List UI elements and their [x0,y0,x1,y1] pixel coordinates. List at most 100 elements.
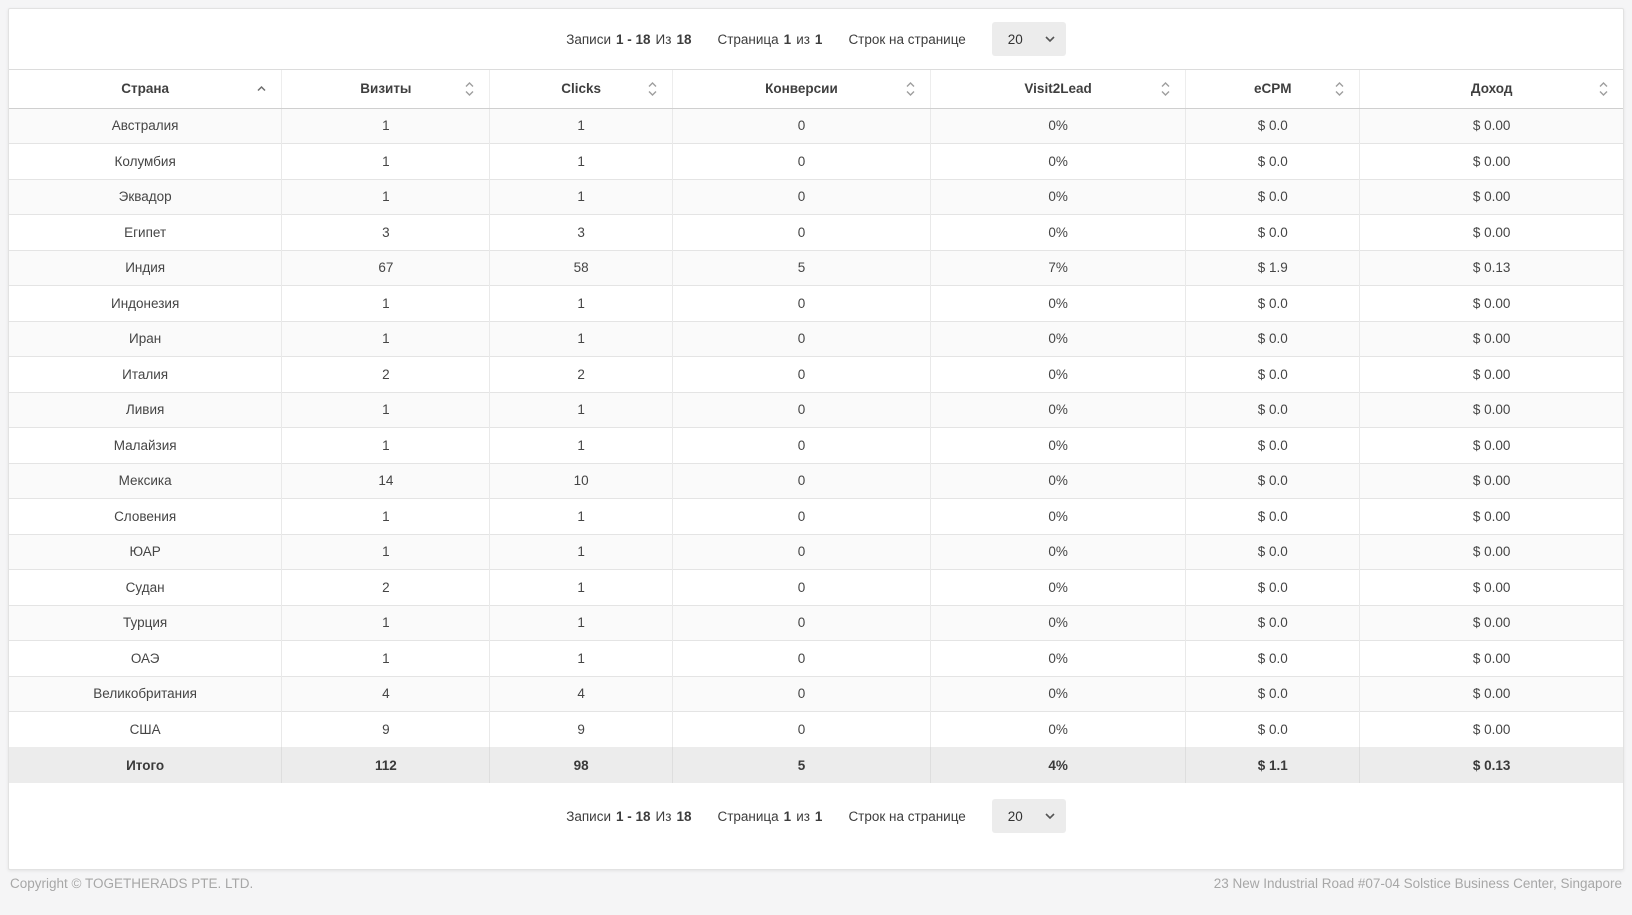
country-cell: Индонезия [9,286,282,322]
visits-cell: 1 [282,392,490,428]
country-cell: Египет [9,215,282,251]
records-label: Записи [566,809,611,824]
ecpm-cell: $ 0.0 [1186,108,1360,144]
revenue-cell: $ 0.00 [1360,499,1623,535]
conversions-cell: 0 [672,392,930,428]
ecpm-cell: $ 0.0 [1186,286,1360,322]
column-header-clicks[interactable]: Clicks [490,70,672,108]
visits-cell: 1 [282,321,490,357]
visit2lead-cell: 0% [931,428,1186,464]
table-row: Великобритания4400%$ 0.0$ 0.00 [9,676,1623,712]
visits-cell: 67 [282,250,490,286]
column-label: Страна [121,81,169,96]
visit2lead-cell: 0% [931,286,1186,322]
conversions-cell: 0 [672,570,930,606]
column-header-visit2lead[interactable]: Visit2Lead [931,70,1186,108]
country-cell: США [9,712,282,748]
conversions-cell: 0 [672,534,930,570]
revenue-cell: $ 0.00 [1360,676,1623,712]
country-cell: Австралия [9,108,282,144]
visit2lead-cell: 0% [931,463,1186,499]
rows-per-page-group: Строк на странице [848,809,965,824]
page-total: 1 [815,809,823,824]
column-header-country[interactable]: Страна [9,70,282,108]
clicks-cell: 1 [490,179,672,215]
country-cell: Ливия [9,392,282,428]
rows-per-page-value: 20 [1008,32,1023,47]
table-row: ЮАР1100%$ 0.0$ 0.00 [9,534,1623,570]
clicks-cell: 4 [490,676,672,712]
revenue-cell: $ 0.00 [1360,144,1623,180]
country-cell: Словения [9,499,282,535]
visit2lead-cell: 0% [931,392,1186,428]
country-cell: Судан [9,570,282,606]
company-address: 23 New Industrial Road #07-04 Solstice B… [1214,876,1622,891]
table-row: Мексика141000%$ 0.0$ 0.00 [9,463,1623,499]
ecpm-cell: $ 0.0 [1186,570,1360,606]
table-row: Иран1100%$ 0.0$ 0.00 [9,321,1623,357]
column-label: Clicks [561,81,601,96]
visit2lead-cell: 0% [931,676,1186,712]
page-label: Страница [717,809,778,824]
ecpm-cell: $ 0.0 [1186,428,1360,464]
conversions-cell: 0 [672,179,930,215]
ecpm-cell: $ 0.0 [1186,357,1360,393]
page-of-label: из [796,32,810,47]
total-clicks-cell: 98 [490,747,672,783]
conversions-cell: 0 [672,605,930,641]
ecpm-cell: $ 0.0 [1186,605,1360,641]
visit2lead-cell: 0% [931,570,1186,606]
revenue-cell: $ 0.00 [1360,605,1623,641]
rows-per-page-select[interactable]: 20 [992,22,1066,56]
country-cell: Великобритания [9,676,282,712]
visits-cell: 4 [282,676,490,712]
column-label: Доход [1471,81,1513,96]
clicks-cell: 1 [490,108,672,144]
total-visits-cell: 112 [282,747,490,783]
visits-cell: 2 [282,357,490,393]
page-total: 1 [815,32,823,47]
conversions-cell: 5 [672,250,930,286]
table-row: Эквадор1100%$ 0.0$ 0.00 [9,179,1623,215]
records-label: Записи [566,32,611,47]
country-cell: Индия [9,250,282,286]
conversions-cell: 0 [672,215,930,251]
total-label-cell: Итого [9,747,282,783]
table-row: Египет3300%$ 0.0$ 0.00 [9,215,1623,251]
table-row: Ливия1100%$ 0.0$ 0.00 [9,392,1623,428]
visit2lead-cell: 0% [931,144,1186,180]
records-of-label: Из [656,32,672,47]
visit2lead-cell: 0% [931,605,1186,641]
column-header-ecpm[interactable]: eCPM [1186,70,1360,108]
column-label: Визиты [360,81,411,96]
ecpm-cell: $ 0.0 [1186,499,1360,535]
clicks-cell: 1 [490,286,672,322]
visit2lead-cell: 7% [931,250,1186,286]
visits-cell: 1 [282,428,490,464]
sort-unsorted-icon [464,81,475,96]
column-label: eCPM [1254,81,1292,96]
ecpm-cell: $ 0.0 [1186,321,1360,357]
ecpm-cell: $ 0.0 [1186,392,1360,428]
records-range: 1 - 18 [616,32,651,47]
conversions-cell: 0 [672,499,930,535]
rows-per-page-select[interactable]: 20 [992,799,1066,833]
column-header-visits[interactable]: Визиты [282,70,490,108]
conversions-cell: 0 [672,357,930,393]
visits-cell: 1 [282,605,490,641]
rows-per-page-label: Строк на странице [848,809,965,824]
total-revenue-cell: $ 0.13 [1360,747,1623,783]
visit2lead-cell: 0% [931,179,1186,215]
visit2lead-cell: 0% [931,321,1186,357]
clicks-cell: 1 [490,144,672,180]
visits-cell: 2 [282,570,490,606]
column-header-conversions[interactable]: Конверсии [672,70,930,108]
column-header-revenue[interactable]: Доход [1360,70,1623,108]
visit2lead-cell: 0% [931,641,1186,677]
country-cell: Эквадор [9,179,282,215]
revenue-cell: $ 0.00 [1360,108,1623,144]
page-info: Страница 1 из 1 [717,32,822,47]
conversions-cell: 0 [672,641,930,677]
column-label: Конверсии [765,81,838,96]
table-row: Судан2100%$ 0.0$ 0.00 [9,570,1623,606]
